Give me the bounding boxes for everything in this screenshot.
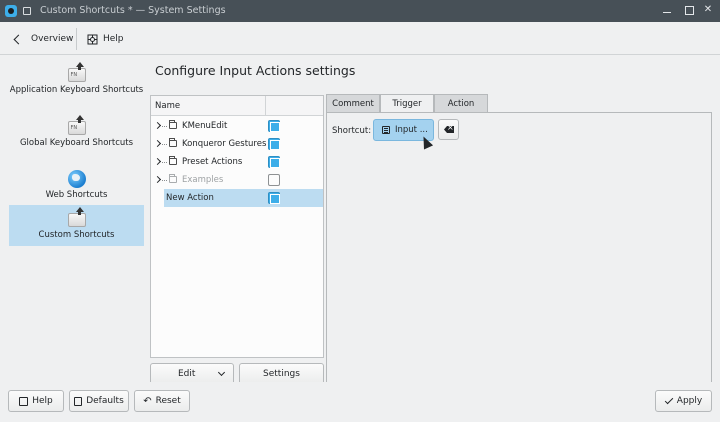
trigger-panel — [326, 112, 712, 385]
tree-row[interactable]: Examples — [151, 171, 323, 189]
keyboard-key-icon: FN — [67, 62, 87, 82]
tree-row-label: New Action — [166, 193, 214, 203]
sidebar-item-label: Web Shortcuts — [45, 190, 108, 200]
expand-chevron-icon[interactable] — [153, 121, 162, 130]
actions-tree[interactable]: Name KMenuEdit Konqueror Gestures Preset… — [150, 95, 324, 358]
column-separator[interactable] — [265, 96, 266, 116]
sidebar-item-web-shortcuts[interactable]: Web Shortcuts — [9, 168, 144, 204]
reset-button[interactable]: ↶ Reset — [134, 390, 190, 412]
edit-label: Edit — [178, 369, 196, 379]
tree-row-label: Preset Actions — [182, 157, 243, 167]
defaults-label: Defaults — [86, 396, 124, 406]
shortcut-input-label: Input ... — [395, 125, 428, 135]
backspace-icon — [444, 126, 454, 133]
keyboard-key-icon: FN — [67, 115, 87, 135]
help-icon — [87, 34, 98, 44]
keyboard-key-icon — [67, 207, 87, 227]
defaults-icon — [74, 396, 83, 406]
clear-shortcut-button[interactable] — [438, 119, 459, 140]
chevron-left-icon — [13, 34, 24, 44]
folder-icon — [169, 174, 177, 183]
tree-row[interactable]: KMenuEdit — [151, 117, 323, 135]
window-title: Custom Shortcuts * — System Settings — [40, 5, 226, 16]
sidebar-item-label: Custom Shortcuts — [38, 230, 115, 240]
expand-chevron-icon[interactable] — [153, 157, 162, 166]
tab-action[interactable]: Action — [434, 94, 488, 112]
help-toolbar-label: Help — [103, 34, 124, 44]
shortcut-label: Shortcut: — [332, 126, 372, 136]
column-header-name[interactable]: Name — [155, 101, 180, 111]
enabled-checkbox[interactable] — [268, 156, 280, 168]
folder-icon — [169, 156, 177, 165]
expand-chevron-icon[interactable] — [153, 175, 162, 184]
pin-icon[interactable] — [23, 7, 31, 15]
tree-row-label: KMenuEdit — [182, 121, 228, 131]
enabled-checkbox[interactable] — [268, 192, 280, 204]
overview-button[interactable]: Overview — [12, 29, 73, 49]
overview-label: Overview — [31, 34, 74, 44]
help-icon — [19, 396, 29, 406]
keyboard-icon — [382, 126, 390, 134]
maximize-icon[interactable] — [683, 4, 695, 16]
help-button[interactable]: Help — [8, 390, 64, 412]
tab-comment[interactable]: Comment — [326, 94, 380, 112]
help-toolbar-button[interactable]: Help — [87, 29, 124, 49]
defaults-button[interactable]: Defaults — [69, 390, 129, 412]
undo-icon: ↶ — [143, 395, 152, 407]
top-toolbar: Overview Help — [0, 22, 720, 55]
toolbar-separator — [76, 28, 77, 50]
minimize-icon[interactable] — [661, 4, 673, 16]
help-label: Help — [32, 396, 53, 406]
sidebar-item-custom-shortcuts[interactable]: Custom Shortcuts — [9, 205, 144, 246]
page-title: Configure Input Actions settings — [155, 63, 356, 78]
apply-button[interactable]: Apply — [655, 390, 712, 412]
sidebar-item-application-keyboard-shortcuts[interactable]: FN Application Keyboard Shortcuts — [9, 60, 144, 110]
sidebar-item-label: Global Keyboard Shortcuts — [19, 138, 134, 148]
settings-label: Settings — [263, 369, 300, 379]
folder-icon — [169, 138, 177, 147]
enabled-checkbox[interactable] — [268, 138, 280, 150]
enabled-checkbox[interactable] — [268, 120, 280, 132]
globe-icon — [67, 170, 86, 188]
tree-row-label: Examples — [182, 175, 224, 185]
apply-label: Apply — [676, 396, 703, 406]
expand-chevron-icon[interactable] — [153, 139, 162, 148]
tree-header: Name — [151, 96, 323, 116]
sidebar-item-global-keyboard-shortcuts[interactable]: FN Global Keyboard Shortcuts — [9, 113, 144, 163]
tree-row[interactable]: Preset Actions — [151, 153, 323, 171]
app-icon[interactable] — [5, 5, 17, 17]
enabled-checkbox[interactable] — [268, 174, 280, 186]
reset-label: Reset — [155, 396, 181, 406]
folder-icon — [169, 120, 177, 129]
checkmark-icon — [664, 395, 674, 404]
close-icon[interactable]: ✕ — [702, 4, 714, 16]
window-titlebar: Custom Shortcuts * — System Settings ✕ — [0, 0, 720, 22]
tree-row-label: Konqueror Gestures — [182, 139, 267, 149]
chevron-down-icon — [217, 368, 226, 377]
sidebar-item-label: Application Keyboard Shortcuts — [9, 85, 144, 95]
tree-row[interactable]: Konqueror Gestures — [151, 135, 323, 153]
tab-trigger[interactable]: Trigger — [380, 94, 434, 113]
tree-row-selected[interactable]: New Action — [151, 189, 323, 207]
